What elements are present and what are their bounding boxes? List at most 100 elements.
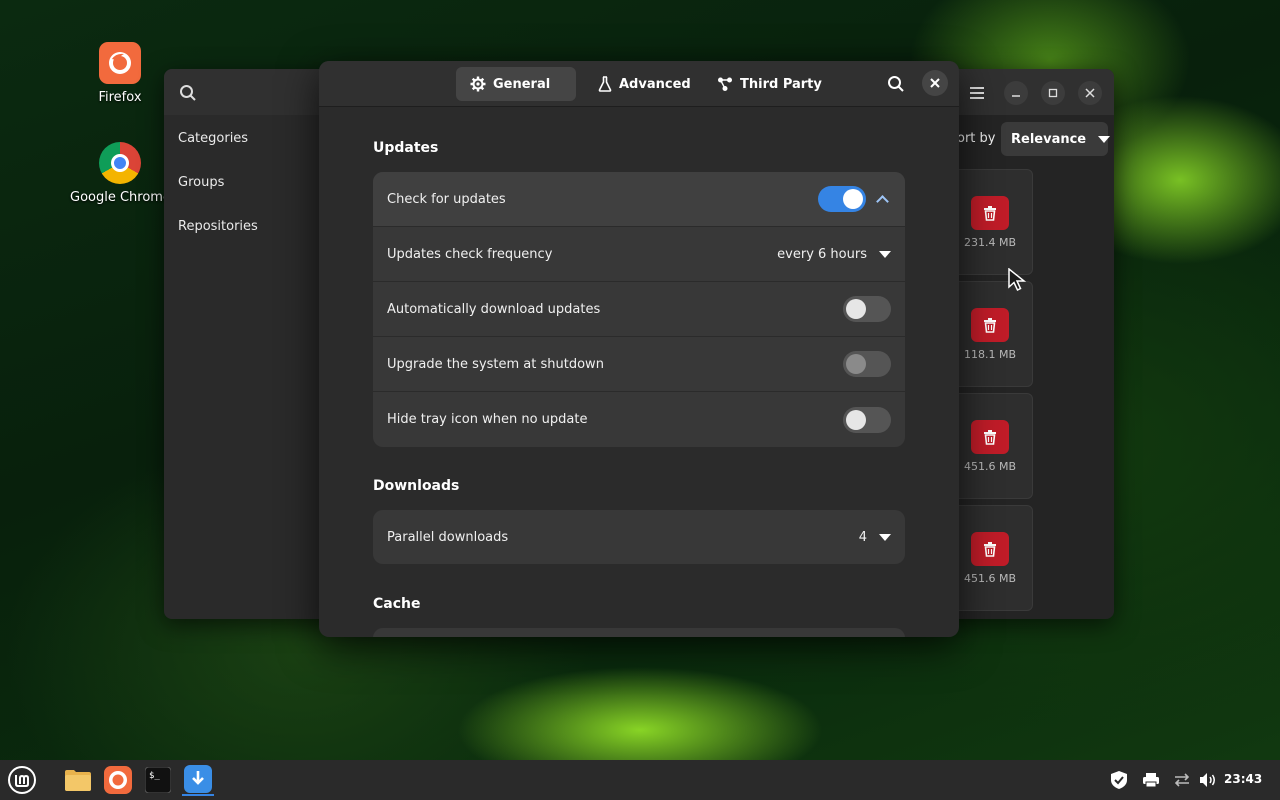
trash-icon [984, 206, 996, 221]
tab-third-party[interactable]: Third Party [703, 67, 836, 101]
downloads-group: Parallel downloads 4 [373, 510, 905, 564]
row-auto-download[interactable]: Automatically download updates [373, 282, 905, 337]
close-icon [930, 78, 940, 88]
row-label: Parallel downloads [387, 529, 509, 545]
desktop-icon-label: Google Chrome [70, 190, 171, 205]
minimize-button[interactable] [1004, 81, 1028, 105]
flask-icon [598, 76, 612, 92]
row-label: Automatically download updates [387, 301, 601, 317]
tab-label: General [493, 76, 551, 92]
volume-tray-button[interactable] [1198, 770, 1218, 790]
row-label: Updates check frequency [387, 246, 553, 262]
sidebar-item-repositories[interactable]: Repositories [178, 219, 258, 234]
upgrade-shutdown-switch[interactable] [843, 351, 891, 377]
tab-general[interactable]: General [456, 67, 576, 101]
chrome-icon [99, 142, 141, 184]
tab-label: Advanced [619, 76, 691, 92]
taskbar: $_ 23:43 [0, 760, 1280, 800]
network-tray-button[interactable] [1172, 770, 1192, 790]
sidebar [164, 115, 320, 619]
package-card[interactable]: 451.6 MB [947, 393, 1033, 499]
svg-text:$_: $_ [149, 771, 160, 781]
desktop-icon-label: Firefox [98, 90, 142, 105]
mint-logo-icon [8, 766, 36, 794]
minimize-icon [1012, 95, 1020, 97]
search-icon [180, 85, 196, 101]
updates-group: Check for updates Updates check frequenc… [373, 172, 905, 447]
remove-button[interactable] [971, 196, 1009, 230]
mouse-cursor-icon [1008, 268, 1026, 292]
close-icon [1085, 88, 1095, 98]
maximize-button[interactable] [1041, 81, 1065, 105]
package-size: 231.4 MB [963, 236, 1017, 249]
window-close-button[interactable] [1078, 81, 1102, 105]
search-button[interactable] [172, 77, 204, 109]
network-icon [1174, 773, 1190, 787]
desktop-icon-chrome[interactable]: Google Chrome [70, 142, 171, 205]
sort-dropdown-value: Relevance [1011, 131, 1087, 147]
package-card[interactable]: 231.4 MB [947, 169, 1033, 275]
taskbar-terminal[interactable]: $_ [142, 764, 174, 796]
tab-label: Third Party [740, 76, 822, 92]
hide-tray-switch[interactable] [843, 406, 891, 433]
row-update-frequency[interactable]: Updates check frequency every 6 hours [373, 227, 905, 282]
row-label: Upgrade the system at shutdown [387, 356, 604, 372]
row-label: Check for updates [387, 191, 506, 207]
package-size: 451.6 MB [963, 460, 1017, 473]
package-card[interactable]: 118.1 MB [947, 281, 1033, 387]
firefox-icon [99, 42, 141, 84]
terminal-icon: $_ [145, 767, 171, 793]
sort-dropdown[interactable]: Relevance [1001, 122, 1111, 156]
mint-menu-button[interactable] [6, 764, 38, 796]
trash-icon [984, 542, 996, 557]
row-parallel-downloads[interactable]: Parallel downloads 4 [373, 510, 905, 564]
taskbar-update-manager[interactable] [182, 764, 214, 796]
row-check-for-updates[interactable]: Check for updates [373, 172, 905, 227]
volume-icon [1200, 773, 1215, 787]
remove-button[interactable] [971, 420, 1009, 454]
printer-icon [1143, 773, 1159, 788]
remove-button[interactable] [971, 308, 1009, 342]
dropdown-arrow-icon [879, 533, 891, 541]
search-icon [888, 76, 904, 92]
auto-download-switch[interactable] [843, 296, 891, 322]
section-title-updates: Updates [373, 140, 439, 156]
printer-tray-button[interactable] [1141, 770, 1161, 790]
preferences-dialog: General Advanced Third Party Updates Che… [319, 61, 959, 637]
tab-advanced[interactable]: Advanced [584, 67, 705, 101]
section-title-cache: Cache [373, 596, 421, 612]
desktop-icon-firefox[interactable]: Firefox [70, 42, 170, 105]
taskbar-firefox[interactable] [102, 764, 134, 796]
package-size: 118.1 MB [963, 348, 1017, 361]
gear-icon [470, 76, 486, 92]
package-size: 451.6 MB [963, 572, 1017, 585]
remove-button[interactable] [971, 532, 1009, 566]
check-for-updates-switch[interactable] [818, 186, 866, 212]
cache-group [373, 628, 905, 637]
taskbar-files[interactable] [62, 764, 94, 796]
dialog-close-button[interactable] [922, 70, 948, 96]
menu-button[interactable] [965, 81, 989, 105]
row-upgrade-shutdown[interactable]: Upgrade the system at shutdown [373, 337, 905, 392]
package-card[interactable]: 451.6 MB [947, 505, 1033, 611]
sidebar-item-groups[interactable]: Groups [178, 175, 224, 190]
dropdown-arrow-icon [879, 250, 891, 258]
download-icon [184, 765, 212, 793]
row-hide-tray-icon[interactable]: Hide tray icon when no update [373, 392, 905, 447]
sidebar-item-categories[interactable]: Categories [178, 131, 248, 146]
trash-icon [984, 318, 996, 333]
firefox-icon [104, 766, 132, 794]
row-label: Hide tray icon when no update [387, 412, 588, 427]
shield-tray-button[interactable] [1109, 770, 1129, 790]
shield-icon [1111, 771, 1127, 789]
maximize-icon [1048, 88, 1058, 98]
dropdown-arrow-icon [1098, 135, 1111, 143]
section-title-downloads: Downloads [373, 478, 460, 494]
parallel-downloads-dropdown[interactable]: 4 [859, 510, 891, 564]
frequency-dropdown[interactable]: every 6 hours [777, 227, 891, 281]
hamburger-icon [970, 87, 984, 99]
dialog-search-button[interactable] [882, 70, 910, 98]
chevron-up-icon[interactable] [876, 195, 889, 208]
share-icon [718, 77, 732, 91]
clock[interactable]: 23:43 [1224, 772, 1262, 786]
